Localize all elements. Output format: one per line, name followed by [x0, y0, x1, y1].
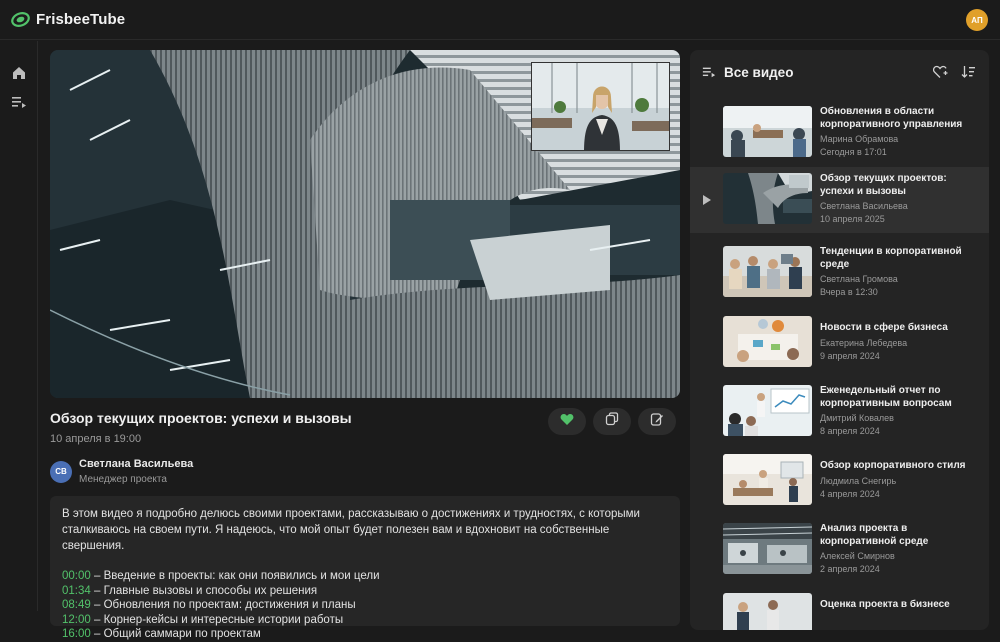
app-name: FrisbeeTube — [36, 11, 126, 28]
frisbee-logo-icon — [11, 10, 30, 29]
left-rail — [0, 41, 38, 611]
presenter-image — [532, 63, 669, 150]
playlist-item-date: 10 апреля 2025 — [820, 214, 885, 224]
copy-button[interactable] — [593, 408, 631, 435]
video-thumbnail — [723, 246, 812, 297]
playlist-item-date: 4 апреля 2024 — [820, 488, 880, 499]
video-thumbnail — [723, 173, 812, 224]
chapter-list: 00:00 – Введение в проекты: как они появ… — [62, 569, 668, 642]
playlist-item[interactable]: Обзор корпоративного стиля Людмила Снегир… — [690, 448, 989, 514]
heart-icon — [560, 413, 574, 431]
video-actions — [548, 408, 676, 435]
playlist-item-author: Алексей Смирнов — [820, 551, 895, 561]
chapter-item[interactable]: 16:00 – Общий саммари по проектам — [62, 627, 668, 642]
author-name[interactable]: Светлана Васильева — [79, 458, 193, 470]
video-thumbnail — [723, 593, 812, 630]
copy-icon — [605, 412, 619, 431]
playlist-item[interactable]: Еженедельный отчет по корпоративным вопр… — [690, 379, 989, 445]
top-bar: FrisbeeTube АП — [0, 0, 1000, 40]
video-thumbnail — [723, 454, 812, 505]
playlist-item-author: Людмила Снегирь — [820, 475, 897, 486]
author-avatar[interactable]: СВ — [50, 460, 72, 483]
playlist-item[interactable]: Новости в сфере бизнеса Екатерина Лебедев… — [690, 310, 989, 376]
playlist-item-author: Марина Обрамова — [820, 134, 899, 144]
chapter-label: – Общий саммари по проектам — [90, 628, 261, 640]
presenter-pip[interactable] — [531, 62, 670, 151]
playlist-item-title: Обзор текущих проектов: успехи и вызовы — [820, 173, 947, 197]
chapter-timestamp[interactable]: 00:00 — [62, 570, 91, 582]
app-logo[interactable]: FrisbeeTube — [11, 10, 125, 29]
playlist-item-title: Еженедельный отчет по корпоративным вопр… — [820, 385, 952, 409]
chapter-item[interactable]: 08:49 – Обновления по проектам: достижен… — [62, 598, 668, 613]
video-title: Обзор текущих проектов: успехи и вызовы — [50, 410, 352, 426]
playlist-item-title: Оценка проекта в бизнесе — [820, 599, 950, 610]
playlist-item-title: Обновления в области корпоративного упра… — [820, 106, 963, 130]
chapter-label: – Корнер-кейсы и интересные истории рабо… — [90, 613, 344, 626]
playlist-item-title: Обзор корпоративного стиля — [820, 460, 966, 471]
chapter-item[interactable]: 01:34 – Главные вызовы и способы их реше… — [62, 584, 668, 599]
author-block[interactable]: СВ Светлана Васильева Менеджер проекта — [50, 458, 193, 485]
playlist-item-author: Дмитрий Ковалев — [820, 413, 894, 423]
description-text: В этом видео я подробно делюсь своими пр… — [62, 508, 640, 552]
chapter-timestamp[interactable]: 01:34 — [62, 585, 91, 597]
playlist-title: Все видео — [724, 64, 794, 80]
playlist-item-title: Новости в сфере бизнеса — [820, 322, 948, 333]
like-button[interactable] — [548, 408, 586, 435]
playlist-item-title: Тенденции в корпоративной среде — [820, 246, 962, 270]
playlist-item-active[interactable]: Обзор текущих проектов: успехи и вызовы С… — [690, 167, 989, 233]
edit-note-icon — [650, 412, 664, 431]
video-thumbnail — [723, 316, 812, 367]
home-icon[interactable] — [11, 65, 27, 81]
user-avatar[interactable]: АП — [966, 9, 988, 31]
playlist-item[interactable]: Анализ проекта в корпоративной среде Алек… — [690, 517, 989, 583]
playlist-item-author: Екатерина Лебедева — [820, 337, 908, 348]
playlist-item-title: Анализ проекта в корпоративной среде — [820, 523, 929, 547]
playlist-item[interactable]: Оценка проекта в бизнесе — [690, 587, 989, 630]
chapter-label: – Обновления по проектам: достижения и п… — [90, 599, 356, 611]
playlist-header: Все видео — [690, 50, 989, 94]
video-description: В этом видео я подробно делюсь своими пр… — [50, 496, 680, 640]
chapter-label: – Главные вызовы и способы их решения — [90, 584, 318, 597]
playlist-item-author: Светлана Васильева — [820, 201, 908, 211]
playlist-item-date: Вчера в 12:30 — [820, 287, 878, 297]
playlist-item-author: Светлана Громова — [820, 274, 898, 284]
video-thumbnail — [723, 385, 812, 436]
playlist-item[interactable]: Обновления в области корпоративного упра… — [690, 100, 989, 166]
chapter-timestamp[interactable]: 12:00 — [62, 614, 91, 626]
chapter-item[interactable]: 12:00 – Корнер-кейсы и интересные истори… — [62, 613, 668, 628]
video-date: 10 апреля в 19:00 — [50, 433, 142, 445]
playlist-item-date: Сегодня в 17:01 — [820, 147, 887, 157]
chapter-timestamp[interactable]: 08:49 — [62, 599, 91, 611]
playlist-item-date: 9 апреля 2024 — [820, 350, 880, 361]
edit-note-button[interactable] — [638, 408, 676, 435]
chapter-label: – Введение в проекты: как они появились … — [90, 570, 380, 582]
video-player[interactable] — [50, 50, 680, 398]
playlist-item-date: 2 апреля 2024 — [820, 564, 880, 574]
now-playing-icon — [703, 195, 711, 205]
chapter-timestamp[interactable]: 16:00 — [62, 628, 91, 640]
heart-plus-icon[interactable] — [932, 65, 948, 84]
playlist-icon[interactable] — [11, 94, 27, 110]
video-thumbnail — [723, 106, 812, 157]
chapter-item[interactable]: 00:00 – Введение в проекты: как они появ… — [62, 569, 668, 584]
playlist-icon — [702, 65, 716, 84]
sort-icon[interactable] — [961, 65, 976, 84]
author-role: Менеджер проекта — [79, 474, 167, 485]
playlist-item-date: 8 апреля 2024 — [820, 426, 880, 436]
playlist-item[interactable]: Тенденции в корпоративной среде Светлана … — [690, 240, 989, 306]
video-thumbnail — [723, 523, 812, 574]
playlist-panel: Все видео Обновления в области корпорати… — [690, 50, 989, 630]
